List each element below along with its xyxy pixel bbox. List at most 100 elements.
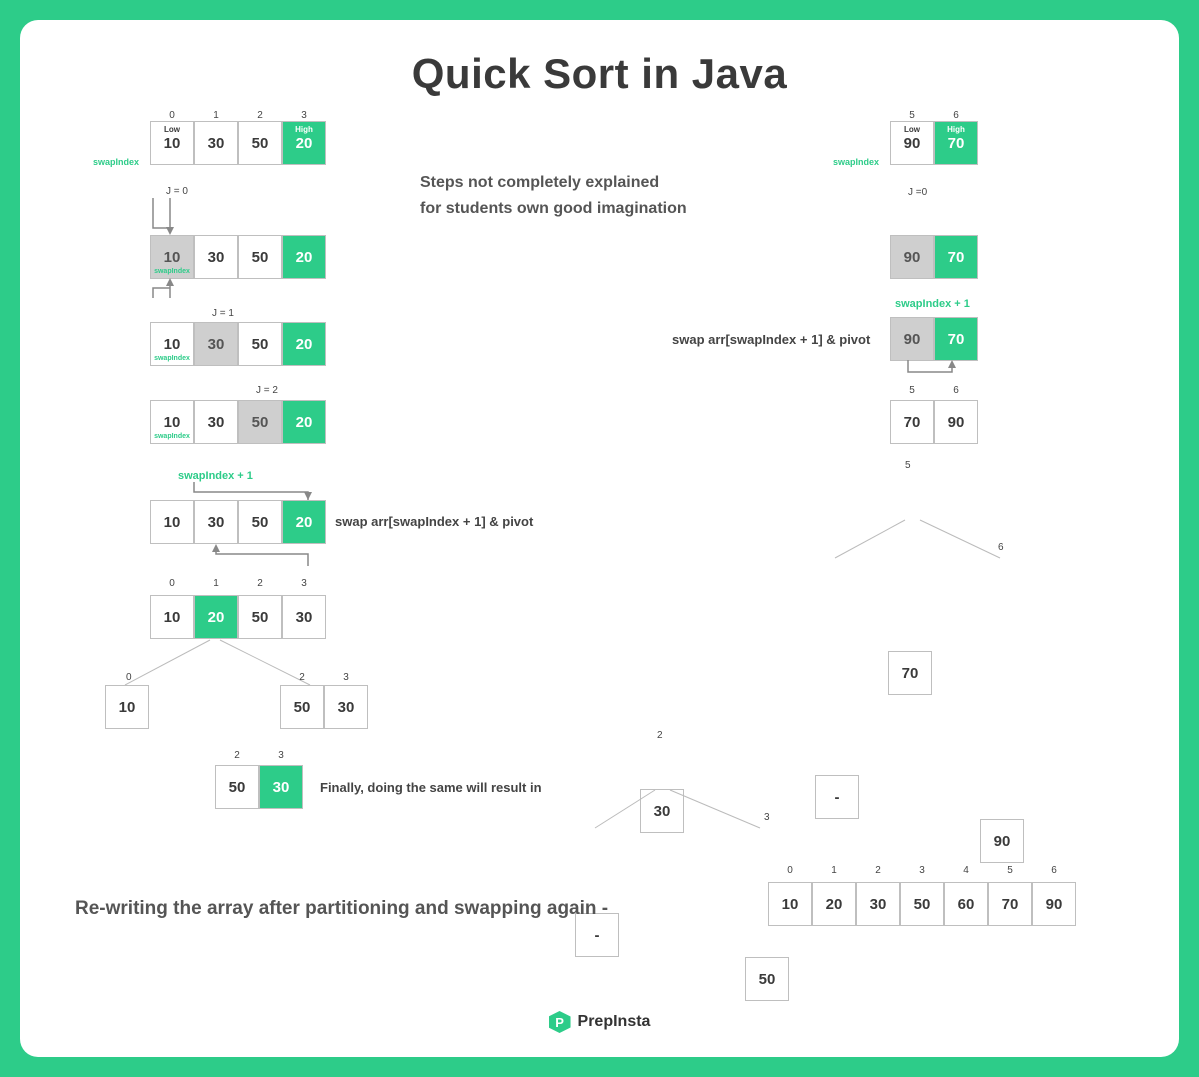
val: 30 [296, 609, 313, 626]
val: 30 [208, 514, 225, 531]
cell: 50 [238, 322, 282, 366]
right-row-4: 70 90 [890, 400, 978, 444]
arrow-swap-bottom-icon [190, 544, 330, 566]
left-row-5: 10 30 50 20 [150, 500, 326, 544]
node-70: 70 [888, 651, 932, 695]
cell-pivot: 20 [282, 500, 326, 544]
idx: 3 [324, 672, 368, 683]
val: - [835, 789, 840, 806]
val: 50 [252, 135, 269, 152]
cell-pivot: High20 [282, 121, 326, 165]
val: 50 [914, 896, 931, 913]
val: - [595, 927, 600, 944]
arrow-swap-right-icon [888, 360, 978, 382]
j-0-label: J = 0 [166, 186, 188, 197]
cell: 50 [238, 235, 282, 279]
cell: 50 [280, 685, 324, 729]
left-row-6: 10 20 50 30 [150, 595, 326, 639]
val: 50 [252, 514, 269, 531]
cell: 70 [890, 400, 934, 444]
idx: 6 [934, 385, 978, 396]
val: 90 [994, 833, 1011, 850]
idx: 0 [150, 578, 194, 589]
cell-pivot: High70 [934, 121, 978, 165]
tree30-right: 50 [745, 957, 789, 1001]
arrow-down-icon [148, 198, 208, 238]
cell: 30 [194, 121, 238, 165]
val: 10 [164, 609, 181, 626]
val: 70 [1002, 896, 1019, 913]
arrow-up-icon [148, 278, 208, 300]
val: 50 [229, 779, 246, 796]
cell-pivot: 20 [282, 235, 326, 279]
left-block: 0 1 2 3 Low10 30 50 High20 [150, 110, 326, 165]
j-2-label: J = 2 [256, 385, 278, 396]
idx: 1 [194, 578, 238, 589]
swapindex-plus-1-right: swapIndex + 1 [895, 298, 970, 310]
val: 30 [208, 336, 225, 353]
val: 10 [119, 699, 136, 716]
page-title: Quick Sort in Java [20, 50, 1179, 98]
val: 70 [948, 249, 965, 266]
idx-6-leaf: 6 [998, 542, 1004, 553]
finally-note: Finally, doing the same will result in [320, 780, 542, 795]
val: 20 [296, 414, 313, 431]
j-0-right: J =0 [908, 187, 927, 198]
val: 90 [904, 331, 921, 348]
subtitle-line-2: for students own good imagination [420, 196, 687, 222]
val: 20 [296, 336, 313, 353]
val: 70 [948, 331, 965, 348]
cell: 30 [194, 322, 238, 366]
cell: 10 [150, 595, 194, 639]
idx: 2 [280, 672, 324, 683]
swapindex-label-right: swapIndex [833, 157, 879, 167]
cell: 10swapIndex [150, 322, 194, 366]
left-row-4: 10swapIndex 30 50 20 [150, 400, 326, 444]
final-indices: 0 1 2 3 4 5 6 [768, 865, 1076, 876]
cell-pivot: 20 [282, 400, 326, 444]
cell: 70 [988, 882, 1032, 926]
high-label: High [947, 125, 965, 134]
idx: 4 [944, 865, 988, 876]
val: 70 [948, 135, 965, 152]
val: 30 [208, 135, 225, 152]
idx-0-leaf: 0 [126, 672, 132, 683]
cell: 20 [812, 882, 856, 926]
val: 20 [296, 249, 313, 266]
swapindex-label-1: swapIndex [93, 157, 139, 167]
j-1-label: J = 1 [212, 308, 234, 319]
cell: 10 [768, 882, 812, 926]
idx-1: 1 [194, 110, 238, 121]
val: 20 [296, 514, 313, 531]
leaf-5030: 50 30 [280, 685, 368, 729]
final-5030: 50 30 [215, 765, 303, 809]
cell: 50 [238, 500, 282, 544]
val: 30 [338, 699, 355, 716]
tree70-branch-icon [820, 520, 1040, 560]
val: 50 [759, 971, 776, 988]
leaf-dash: - [815, 775, 859, 819]
cell: 90 [890, 317, 934, 361]
cell: 50 [215, 765, 259, 809]
val: 90 [904, 249, 921, 266]
idx: 0 [768, 865, 812, 876]
val: 60 [958, 896, 975, 913]
idx: 2 [856, 865, 900, 876]
cell: 30 [856, 882, 900, 926]
idx: 5 [890, 110, 934, 121]
diagram-card: Quick Sort in Java Steps not completely … [20, 20, 1179, 1057]
val: 50 [252, 249, 269, 266]
val: 50 [294, 699, 311, 716]
idx-5-node: 5 [905, 460, 911, 471]
left-row-3: 10swapIndex 30 50 20 [150, 322, 326, 366]
cell: 30 [194, 235, 238, 279]
brand-name: PrepInsta [578, 1013, 651, 1031]
cell: 50 [238, 400, 282, 444]
leaf-90: 90 [980, 819, 1024, 863]
idx: 5 [988, 865, 1032, 876]
val: 20 [208, 609, 225, 626]
swap-note-right: swap arr[swapIndex + 1] & pivot [672, 332, 870, 347]
cell-pivot: 20 [282, 322, 326, 366]
idx: 2 [215, 750, 259, 761]
val: 90 [948, 414, 965, 431]
